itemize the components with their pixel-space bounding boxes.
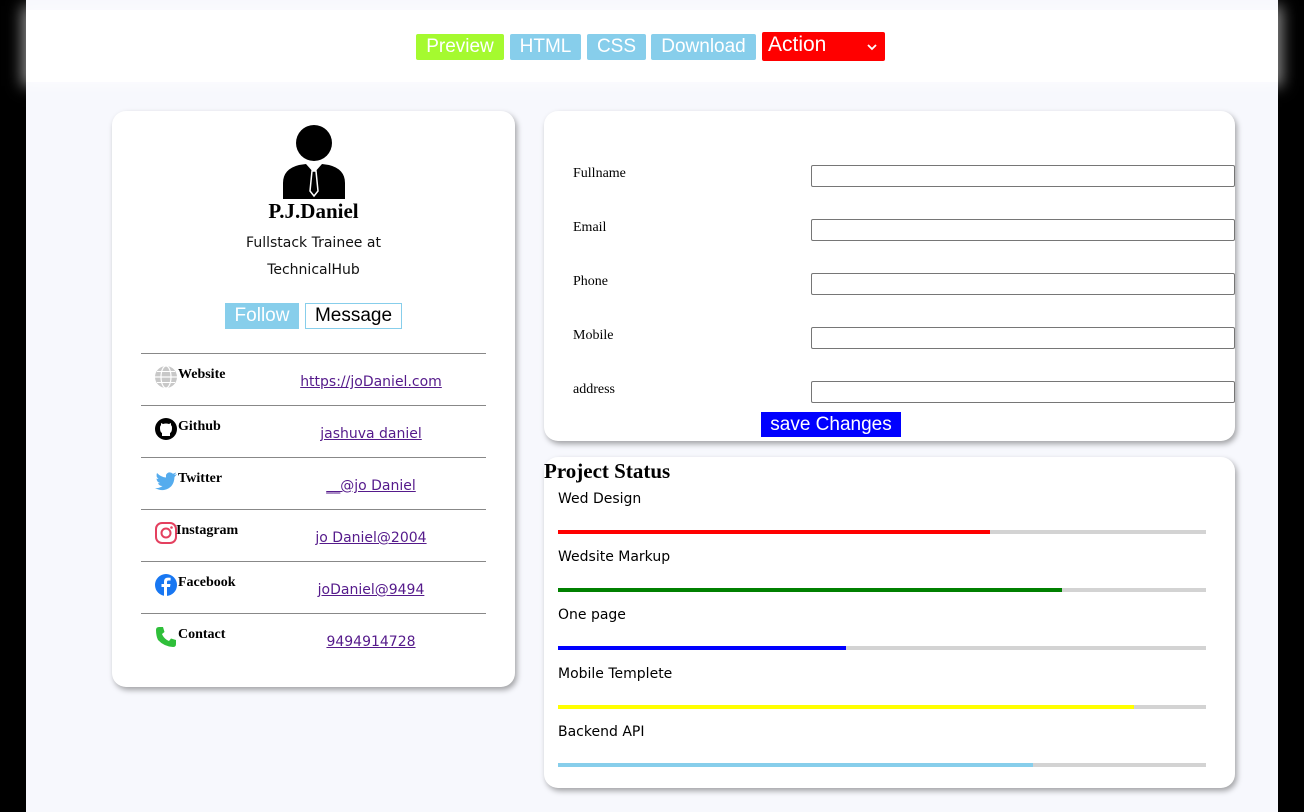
instagram-link[interactable]: jo Daniel@2004: [261, 530, 481, 546]
email-label: Email: [573, 220, 607, 235]
project-item: Mobile Templete: [558, 666, 1206, 716]
project-name: Wedsite Markup: [558, 549, 671, 565]
address-label: address: [573, 382, 615, 397]
github-link[interactable]: jashuva daniel: [261, 426, 481, 442]
address-input[interactable]: [811, 381, 1235, 403]
facebook-icon: [155, 574, 177, 596]
social-row-contact: Contact 9494914728: [141, 613, 486, 673]
preview-button[interactable]: Preview: [416, 34, 504, 60]
social-label: Instagram: [176, 523, 239, 538]
progress-fill: [558, 530, 991, 534]
contact-link[interactable]: 9494914728: [261, 634, 481, 650]
follow-button[interactable]: Follow: [225, 303, 299, 329]
progress-fill: [558, 705, 1135, 709]
project-item: One page: [558, 607, 1206, 657]
social-label: Twitter: [178, 471, 223, 486]
profile-role: Fullstack Trainee at TechnicalHub: [246, 235, 381, 278]
progress-track: [558, 763, 1206, 767]
progress-track: [558, 530, 1206, 534]
facebook-link[interactable]: joDaniel@9494: [261, 582, 481, 598]
project-item: Wed Design: [558, 491, 1206, 541]
project-item: Backend API: [558, 724, 1206, 774]
globe-icon: [155, 365, 177, 389]
mobile-label: Mobile: [573, 328, 614, 343]
action-select[interactable]: Action: [762, 32, 885, 61]
phone-input[interactable]: [811, 273, 1235, 295]
progress-track: [558, 705, 1206, 709]
profile-card: P.J.Daniel Fullstack Trainee at Technica…: [112, 111, 515, 687]
project-name: Wed Design: [558, 491, 642, 507]
phone-icon: [156, 627, 176, 647]
action-select-value: Action: [768, 33, 827, 56]
project-name: One page: [558, 607, 626, 623]
fullname-label: Fullname: [573, 166, 626, 181]
fullname-input[interactable]: [811, 165, 1235, 187]
user-avatar-icon: [283, 125, 345, 199]
html-button[interactable]: HTML: [510, 34, 581, 60]
css-button[interactable]: CSS: [587, 34, 646, 60]
project-item: Wedsite Markup: [558, 549, 1206, 599]
github-icon: [155, 418, 177, 440]
twitter-link[interactable]: __@jo Daniel: [261, 478, 481, 494]
website-link[interactable]: https://joDaniel.com: [261, 374, 481, 390]
project-name: Backend API: [558, 724, 645, 740]
social-row-instagram: Instagram jo Daniel@2004: [141, 509, 486, 561]
progress-track: [558, 646, 1206, 650]
project-status-card: Project Status Wed Design Wedsite Markup…: [544, 457, 1235, 788]
social-label: Contact: [178, 627, 226, 642]
top-toolbar: Preview HTML CSS Download Action: [26, 10, 1278, 82]
progress-fill: [558, 763, 1033, 767]
social-row-facebook: Facebook joDaniel@9494: [141, 561, 486, 613]
project-name: Mobile Templete: [558, 666, 673, 682]
download-button[interactable]: Download: [651, 34, 756, 60]
social-row-twitter: Twitter __@jo Daniel: [141, 457, 486, 509]
phone-label: Phone: [573, 274, 608, 289]
social-row-website: Website https://joDaniel.com: [141, 353, 486, 405]
social-label: Facebook: [178, 575, 236, 590]
progress-fill: [558, 588, 1063, 592]
social-label: Website: [178, 367, 226, 382]
email-input[interactable]: [811, 219, 1235, 241]
profile-name: P.J.Daniel: [268, 199, 359, 223]
save-changes-button[interactable]: save Changes: [761, 412, 901, 437]
project-status-title: Project Status: [544, 459, 671, 483]
twitter-icon: [155, 472, 177, 491]
social-row-github: Github jashuva daniel: [141, 405, 486, 457]
instagram-icon: [155, 522, 177, 544]
chevron-down-icon: [867, 44, 877, 51]
mobile-input[interactable]: [811, 327, 1235, 349]
progress-fill: [558, 646, 846, 650]
social-label: Github: [178, 419, 221, 434]
progress-track: [558, 588, 1206, 592]
profile-form-card: Fullname Email Phone Mobile address save…: [544, 111, 1235, 441]
message-button[interactable]: Message: [305, 303, 402, 329]
